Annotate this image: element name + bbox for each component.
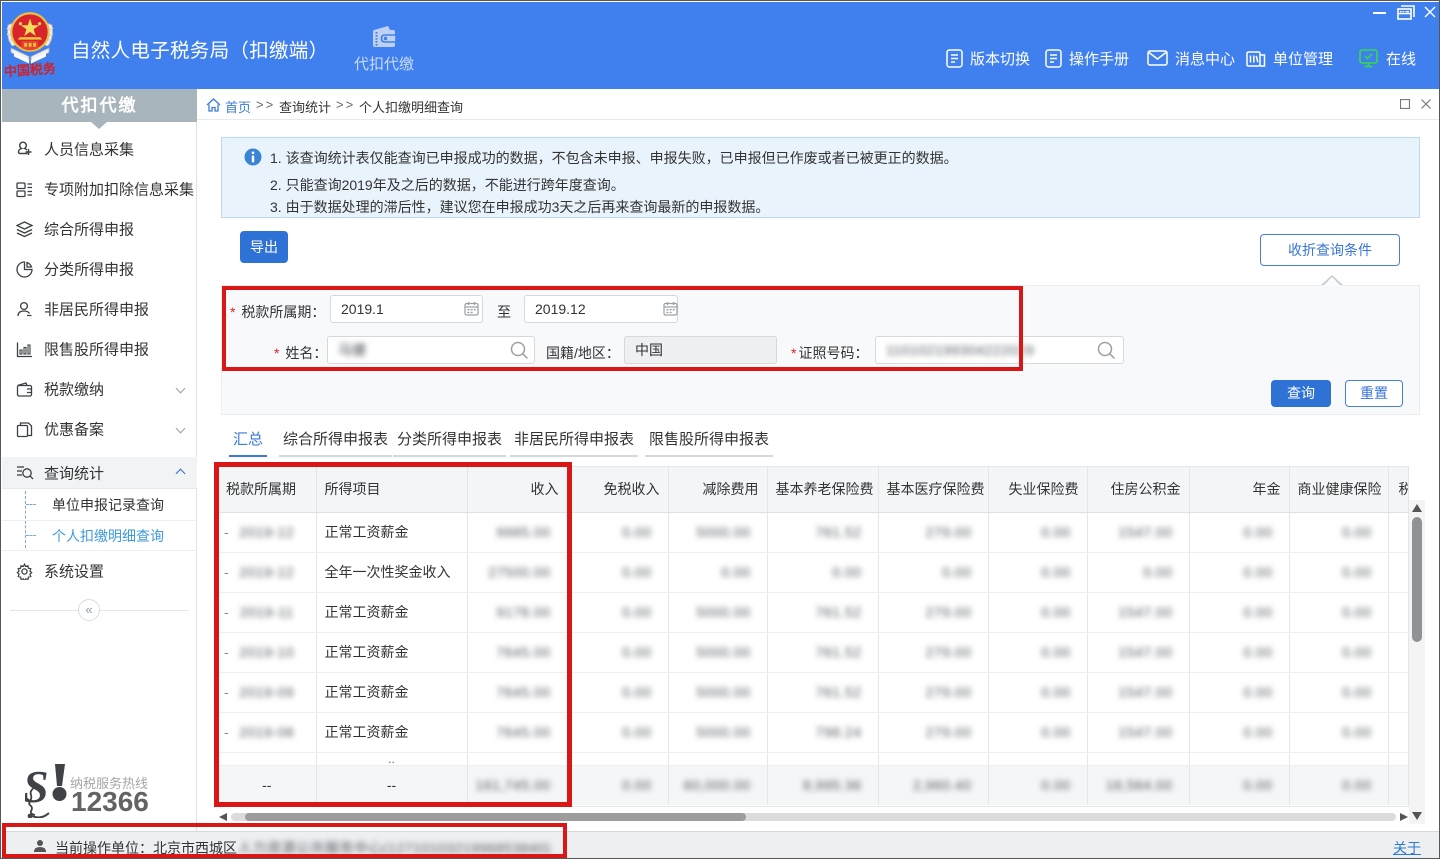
svg-text:中国税务: 中国税务: [5, 61, 55, 78]
